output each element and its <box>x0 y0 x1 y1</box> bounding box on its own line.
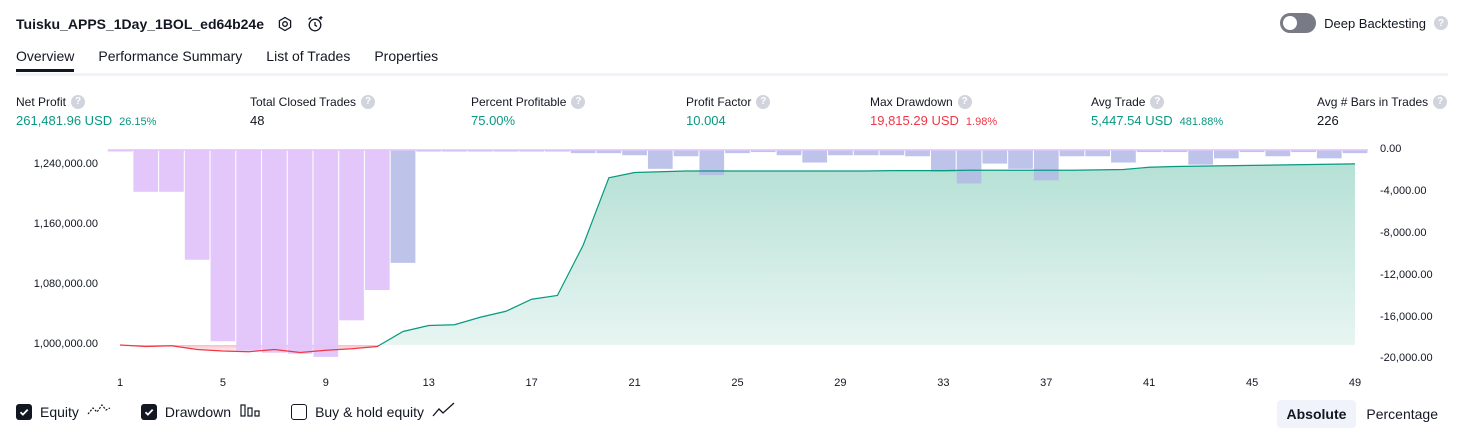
drawdown-bar <box>1265 150 1291 157</box>
drawdown-bars-icon <box>239 402 261 421</box>
drawdown-bar <box>1033 150 1059 181</box>
x-axis-tick: 13 <box>422 377 435 389</box>
buy-hold-line-icon <box>432 402 456 421</box>
x-axis-tick: 1 <box>116 377 124 389</box>
drawdown-bar <box>1188 150 1213 165</box>
drawdown-bar <box>956 150 982 184</box>
drawdown-bar <box>313 150 339 357</box>
drawdown-bar <box>1059 150 1085 157</box>
drawdown-bar <box>1085 150 1111 157</box>
drawdown-bar <box>339 150 364 321</box>
drawdown-bar <box>776 150 802 156</box>
drawdown-bar <box>982 150 1008 164</box>
drawdown-bar <box>133 150 159 192</box>
chart-legend: Equity Drawdown Buy & hold equity <box>16 402 486 421</box>
drawdown-bar <box>673 150 699 157</box>
drawdown-bar <box>236 150 261 351</box>
x-axis-tick: 9 <box>322 377 329 389</box>
equity-axis-tick: 1,080,000.00 <box>33 278 98 290</box>
drawdown-bar <box>184 150 210 260</box>
equity-axis-tick: 1,000,000.00 <box>33 338 98 350</box>
drawdown-axis-tick: -8,000.00 <box>1380 227 1427 239</box>
drawdown-bar <box>210 150 236 342</box>
drawdown-axis-tick: -16,000.00 <box>1380 311 1433 323</box>
drawdown-bar <box>364 150 390 291</box>
drawdown-bar <box>1214 150 1239 159</box>
x-axis-tick: 29 <box>834 377 847 389</box>
x-axis-tick: 25 <box>731 377 744 389</box>
drawdown-bar <box>930 150 956 172</box>
legend-buy-hold-label: Buy & hold equity <box>315 403 425 420</box>
drawdown-bar <box>647 150 673 169</box>
x-axis-tick: 21 <box>628 377 641 389</box>
equity-drawdown-chart <box>107 149 1368 357</box>
equity-axis-tick: 1,240,000.00 <box>33 158 98 170</box>
drawdown-bar <box>1008 150 1033 169</box>
equity-profit-area <box>379 163 1355 345</box>
x-axis-tick: 49 <box>1348 377 1362 389</box>
x-axis-tick: 45 <box>1245 377 1259 389</box>
drawdown-bar <box>1111 150 1136 163</box>
legend-equity[interactable]: Equity <box>16 402 111 421</box>
drawdown-bar <box>879 150 905 156</box>
equity-line-icon <box>87 402 111 421</box>
drawdown-axis-tick: -20,000.00 <box>1380 352 1433 364</box>
drawdown-checkbox[interactable] <box>140 403 157 420</box>
drawdown-axis-tick: -4,000.00 <box>1380 185 1427 197</box>
buy-hold-checkbox[interactable] <box>291 403 308 420</box>
legend-drawdown[interactable]: Drawdown <box>140 402 261 421</box>
legend-drawdown-label: Drawdown <box>164 403 232 420</box>
absolute-button[interactable]: Absolute <box>1276 400 1357 428</box>
drawdown-bar <box>1316 150 1342 159</box>
equity-axis-tick: 1,160,000.00 <box>33 218 98 230</box>
x-axis-tick: 41 <box>1143 377 1156 389</box>
drawdown-bar <box>159 150 184 192</box>
drawdown-bar <box>622 150 647 156</box>
drawdown-bar <box>262 150 287 353</box>
x-axis-tick: 5 <box>219 377 226 389</box>
equity-checkbox[interactable] <box>16 403 32 420</box>
x-axis-tick: 37 <box>1040 377 1053 389</box>
x-axis-tick: 33 <box>937 377 950 389</box>
drawdown-bar <box>828 150 853 156</box>
percentage-button[interactable]: Percentage <box>1356 400 1448 428</box>
x-axis-tick: 17 <box>525 377 538 389</box>
drawdown-bar <box>390 150 416 263</box>
drawdown-bar <box>853 150 879 156</box>
drawdown-axis-tick: -12,000.00 <box>1380 269 1433 281</box>
drawdown-bar <box>802 150 828 163</box>
value-mode-toggle: Absolute Percentage <box>1276 400 1449 428</box>
drawdown-bar <box>287 150 313 354</box>
drawdown-bar <box>905 150 930 157</box>
legend-buy-hold[interactable]: Buy & hold equity <box>291 402 456 421</box>
drawdown-axis-tick: 0.00 <box>1380 143 1402 155</box>
legend-equity-label: Equity <box>40 403 79 420</box>
